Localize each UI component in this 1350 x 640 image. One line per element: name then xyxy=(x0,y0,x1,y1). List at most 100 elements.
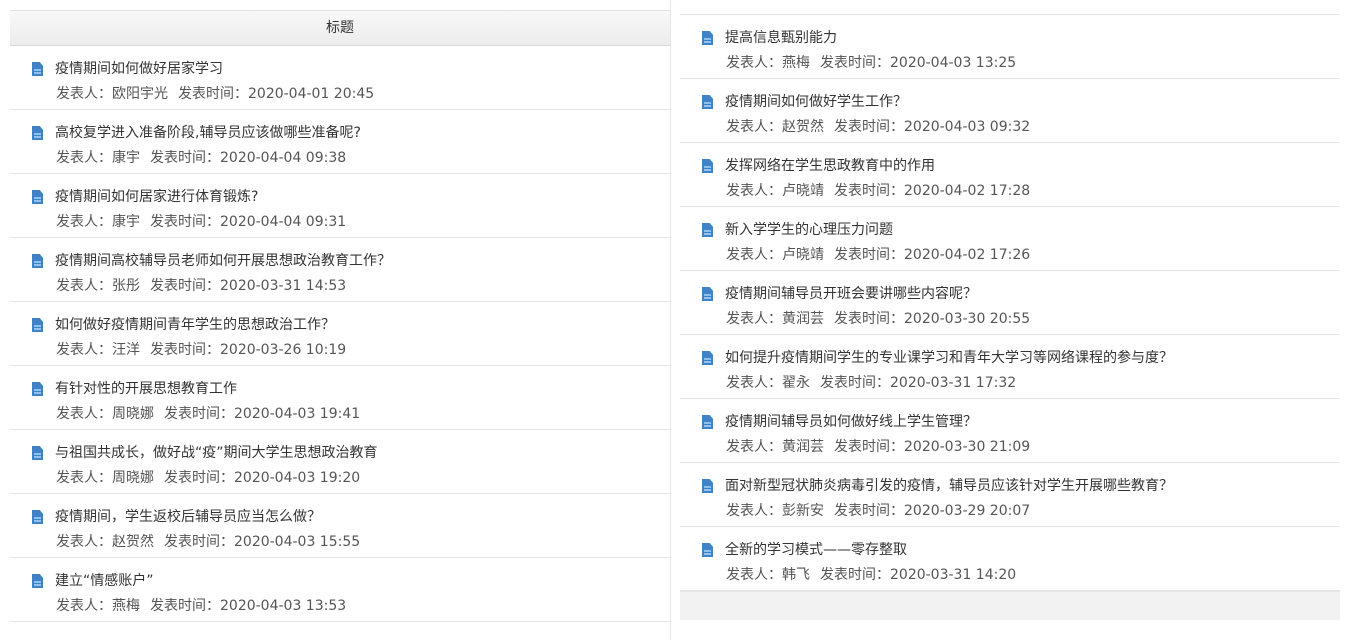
article-list-item[interactable]: 建立“情感账户” 发表人：燕梅 发表时间：2020-04-03 13:53 xyxy=(10,558,670,622)
author-name: 翟永 xyxy=(782,375,810,391)
article-title-link[interactable]: 如何做好疫情期间青年学生的思想政治工作？ xyxy=(55,314,335,334)
author-name: 周晓娜 xyxy=(112,470,154,486)
article-list-item[interactable]: 与祖国共成长，做好战“疫”期间大学生思想政治教育 发表人：周晓娜 发表时间：202… xyxy=(10,430,670,494)
article-list-item[interactable]: 疫情期间辅导员开班会要讲哪些内容呢？ 发表人：黄润芸 发表时间：2020-03-3… xyxy=(680,271,1340,335)
publish-time-label: 发表时间： xyxy=(164,470,234,486)
publish-time: 2020-04-03 13:25 xyxy=(890,55,1017,71)
article-title-link[interactable]: 有针对性的开展思想教育工作 xyxy=(55,378,237,398)
publish-time-label: 发表时间： xyxy=(834,311,904,327)
author-name: 张彤 xyxy=(112,278,140,294)
article-list-item[interactable]: 提高信息甄别能力 发表人：燕梅 发表时间：2020-04-03 13:25 xyxy=(680,15,1340,79)
article-meta: 发表人：韩飞 发表时间：2020-03-31 14:20 xyxy=(726,564,1016,584)
author-label: 发表人： xyxy=(56,278,112,294)
document-icon xyxy=(702,543,713,557)
article-title-link[interactable]: 建立“情感账户” xyxy=(55,570,154,590)
article-list-item[interactable]: 疫情期间辅导员如何做好线上学生管理？ 发表人：黄润芸 发表时间：2020-03-3… xyxy=(680,399,1340,463)
article-list-item[interactable]: 如何提升疫情期间学生的专业课学习和青年大学习等网络课程的参与度？ 发表人：翟永发… xyxy=(680,335,1340,399)
document-icon xyxy=(702,31,713,45)
article-title-link[interactable]: 疫情期间高校辅导员老师如何开展思想政治教育工作？ xyxy=(55,250,391,270)
document-icon xyxy=(32,510,43,524)
author-name: 彭新安 xyxy=(782,503,824,519)
author-label: 发表人： xyxy=(726,311,782,327)
publish-time: 2020-03-30 20:55 xyxy=(904,311,1031,327)
publish-time-label: 发表时间： xyxy=(164,406,234,422)
article-list-item[interactable]: 疫情期间如何做好居家学习 发表人：欧阳宇光 发表时间：2020-04-01 20:… xyxy=(10,46,670,110)
author-label: 发表人： xyxy=(56,150,112,166)
article-list-item[interactable]: 有针对性的开展思想教育工作 发表人：周晓娜 发表时间：2020-04-03 19:… xyxy=(10,366,670,430)
document-icon xyxy=(702,223,713,237)
article-meta: 发表人：赵贺然 发表时间：2020-04-03 15:55 xyxy=(56,531,360,551)
author-label: 发表人： xyxy=(56,342,112,358)
author-label: 发表人： xyxy=(56,470,112,486)
article-meta: 发表人：彭新安 发表时间：2020-03-29 20:07 xyxy=(726,500,1030,520)
publish-time-label: 发表时间： xyxy=(834,119,904,135)
author-name: 卢晓靖 xyxy=(782,183,824,199)
article-list-item[interactable]: 新入学学生的心理压力问题 发表人：卢晓靖 发表时间：2020-04-02 17:2… xyxy=(680,207,1340,271)
publish-time-label: 发表时间： xyxy=(150,598,220,614)
article-meta: 发表人：卢晓靖 发表时间：2020-04-02 17:28 xyxy=(726,180,1030,200)
author-label: 发表人： xyxy=(56,406,112,422)
article-title-link[interactable]: 高校复学进入准备阶段,辅导员应该做哪些准备呢? xyxy=(55,122,361,142)
article-list-item[interactable]: 疫情期间如何居家进行体育锻炼? 发表人：康宇 发表时间：2020-04-04 09… xyxy=(10,174,670,238)
article-title-link[interactable]: 面对新型冠状肺炎病毒引发的疫情，辅导员应该针对学生开展哪些教育？ xyxy=(725,475,1173,495)
publish-time: 2020-04-04 09:38 xyxy=(220,150,347,166)
article-list-item[interactable]: 疫情期间，学生返校后辅导员应当怎么做？ 发表人：赵贺然 发表时间：2020-04-… xyxy=(10,494,670,558)
article-title-link[interactable]: 疫情期间如何做好学生工作？ xyxy=(725,91,907,111)
article-meta: 发表人：翟永 发表时间：2020-03-31 17:32 xyxy=(726,372,1016,392)
document-icon xyxy=(32,190,43,204)
article-title-link[interactable]: 如何提升疫情期间学生的专业课学习和青年大学习等网络课程的参与度？ xyxy=(725,347,1173,367)
author-label: 发表人： xyxy=(726,439,782,455)
publish-time: 2020-04-03 15:55 xyxy=(234,534,361,550)
document-icon xyxy=(32,446,43,460)
article-list-item[interactable]: 全新的学习模式——零存整取 发表人：韩飞 发表时间：2020-03-31 14:2… xyxy=(680,527,1340,591)
article-title-link[interactable]: 疫情期间如何做好居家学习 xyxy=(55,58,223,78)
article-title-link[interactable]: 新入学学生的心理压力问题 xyxy=(725,219,893,239)
author-label: 发表人： xyxy=(56,598,112,614)
article-title-link[interactable]: 全新的学习模式——零存整取 xyxy=(725,539,907,559)
document-icon xyxy=(32,574,43,588)
article-list-item[interactable]: 疫情期间如何做好学生工作？ 发表人：赵贺然 发表时间：2020-04-03 09:… xyxy=(680,79,1340,143)
article-title-link[interactable]: 疫情期间辅导员开班会要讲哪些内容呢？ xyxy=(725,283,977,303)
article-title-link[interactable]: 疫情期间，学生返校后辅导员应当怎么做？ xyxy=(55,506,321,526)
article-meta: 发表人：汪洋 发表时间：2020-03-26 10:19 xyxy=(56,339,346,359)
publish-time: 2020-04-02 17:28 xyxy=(904,183,1031,199)
column-header-title[interactable]: 标题 xyxy=(10,10,670,46)
publish-time: 2020-03-31 14:53 xyxy=(220,278,347,294)
publish-time: 2020-04-01 20:45 xyxy=(248,86,375,102)
author-name: 黄润芸 xyxy=(782,439,824,455)
article-list-item[interactable]: 高校复学进入准备阶段,辅导员应该做哪些准备呢? 发表人：康宇 发表时间：2020-… xyxy=(10,110,670,174)
article-list-item[interactable]: 发挥网络在学生思政教育中的作用 发表人：卢晓靖 发表时间：2020-04-02 1… xyxy=(680,143,1340,207)
article-title-link[interactable]: 疫情期间如何居家进行体育锻炼? xyxy=(55,186,258,206)
document-icon xyxy=(702,287,713,301)
right-article-panel: 提高信息甄别能力 发表人：燕梅 发表时间：2020-04-03 13:25 疫情期… xyxy=(680,0,1340,640)
document-icon xyxy=(32,126,43,140)
author-name: 黄润芸 xyxy=(782,311,824,327)
document-icon xyxy=(32,62,43,76)
publish-time: 2020-04-03 19:41 xyxy=(234,406,361,422)
author-label: 发表人： xyxy=(726,55,782,71)
publish-time: 2020-03-31 14:20 xyxy=(890,567,1017,583)
right-panel-footer-bar xyxy=(680,591,1340,620)
publish-time-label: 发表时间： xyxy=(834,439,904,455)
document-icon xyxy=(702,95,713,109)
article-title-link[interactable]: 发挥网络在学生思政教育中的作用 xyxy=(725,155,935,175)
article-list-item[interactable]: 面对新型冠状肺炎病毒引发的疫情，辅导员应该针对学生开展哪些教育？ 发表人：彭新安… xyxy=(680,463,1340,527)
article-title-link[interactable]: 疫情期间辅导员如何做好线上学生管理？ xyxy=(725,411,977,431)
publish-time-label: 发表时间： xyxy=(164,534,234,550)
left-article-panel: 标题 疫情期间如何做好居家学习 发表人：欧阳宇光 发表时间：2020-04-01 … xyxy=(10,0,671,640)
author-label: 发表人： xyxy=(56,214,112,230)
article-title-link[interactable]: 与祖国共成长，做好战“疫”期间大学生思想政治教育 xyxy=(55,442,378,462)
publish-time-label: 发表时间： xyxy=(150,214,220,230)
publish-time: 2020-04-04 09:31 xyxy=(220,214,347,230)
publish-time-label: 发表时间： xyxy=(834,247,904,263)
right-panel-top-divider xyxy=(680,0,1340,15)
article-title-link[interactable]: 提高信息甄别能力 xyxy=(725,27,837,47)
publish-time: 2020-04-03 09:32 xyxy=(904,119,1031,135)
publish-time-label: 发表时间： xyxy=(150,342,220,358)
author-label: 发表人： xyxy=(726,183,782,199)
article-list-item[interactable]: 如何做好疫情期间青年学生的思想政治工作？ 发表人：汪洋 发表时间：2020-03-… xyxy=(10,302,670,366)
article-meta: 发表人：赵贺然 发表时间：2020-04-03 09:32 xyxy=(726,116,1030,136)
left-article-list: 疫情期间如何做好居家学习 发表人：欧阳宇光 发表时间：2020-04-01 20:… xyxy=(10,46,670,622)
article-list-item[interactable]: 疫情期间高校辅导员老师如何开展思想政治教育工作？ 发表人：张彤 发表时间：2020… xyxy=(10,238,670,302)
document-icon xyxy=(702,159,713,173)
